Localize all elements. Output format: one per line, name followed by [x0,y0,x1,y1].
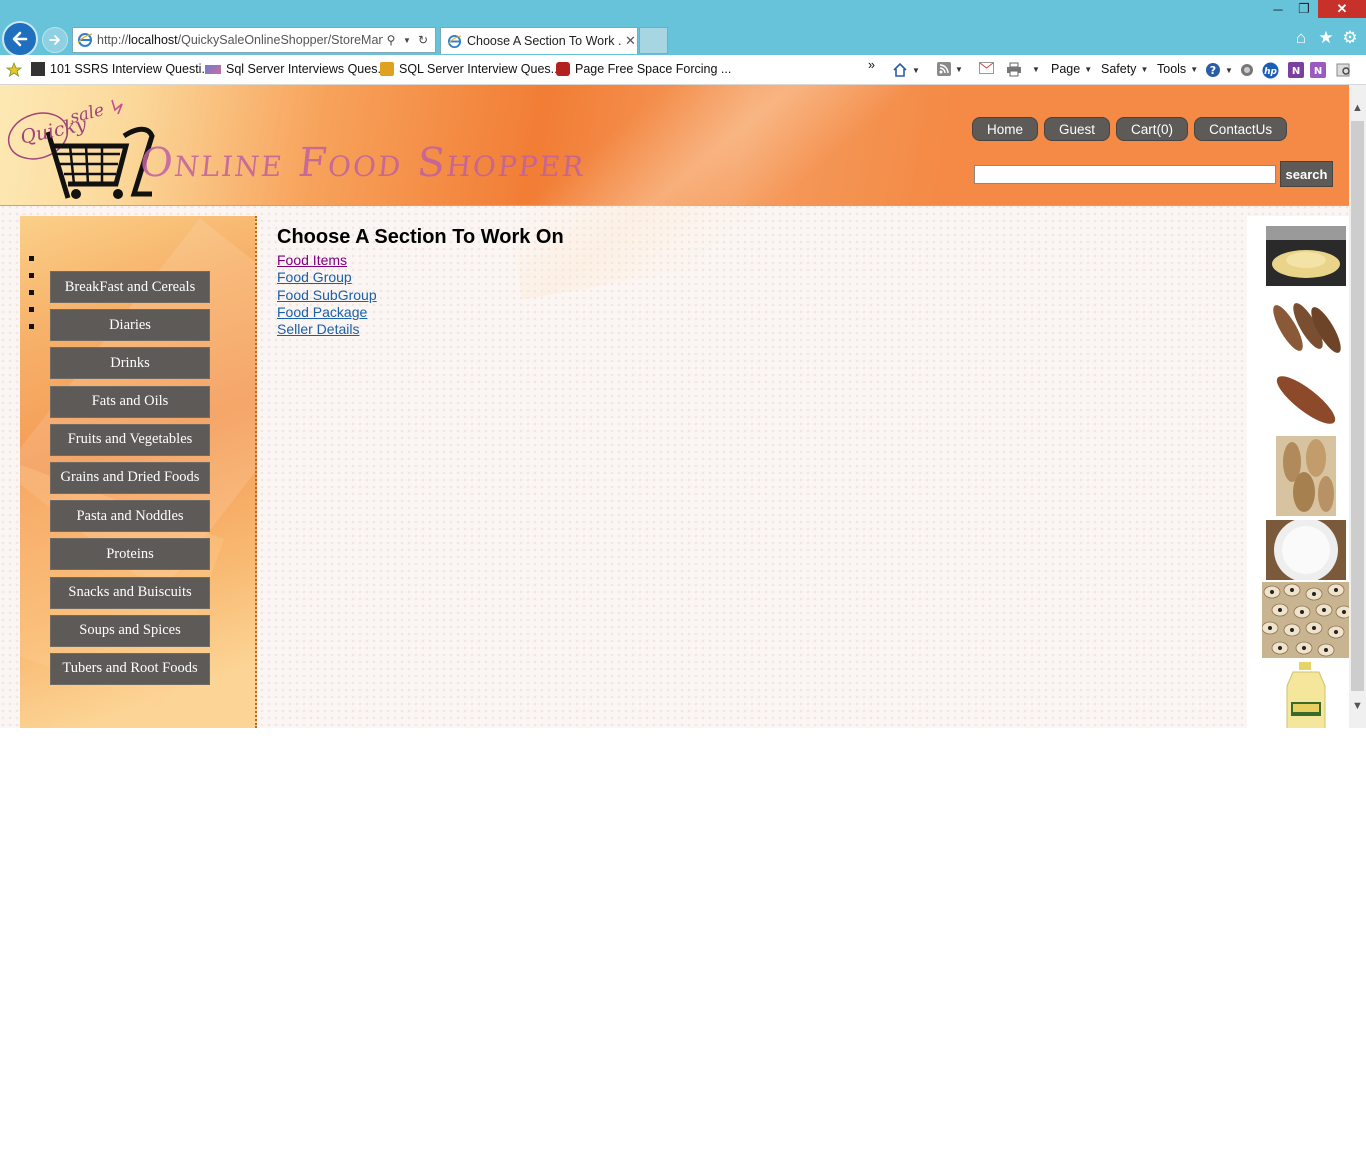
printer-icon [1007,62,1021,77]
svg-text:N: N [1292,66,1300,77]
yam-pile-image[interactable] [1276,436,1336,516]
nav-home-button[interactable]: Home [972,117,1039,141]
favorites-bar: 101 SSRS Interview Questi... Sql Server … [0,55,1366,85]
category-pasta-and-noddles[interactable]: Pasta and Noddles [50,500,210,533]
tools-menu[interactable]: Tools ▼ [1157,62,1198,76]
link-food-package[interactable]: Food Package [277,304,564,321]
wesson-oil-bottle-image[interactable] [1283,662,1329,728]
category-tubers-and-root-foods[interactable]: Tubers and Root Foods [50,652,210,685]
site-logo[interactable]: sale Quicky Online Food Shopper [4,90,588,202]
hp-icon[interactable]: hp [1262,62,1279,79]
tab-active[interactable]: Choose A Section To Work ... ✕ [440,27,638,54]
browser-titlebar: http://localhost/QuickySaleOnlineShopper… [0,0,1366,57]
ie-tab-icon [447,34,462,48]
address-bar[interactable]: http://localhost/QuickySaleOnlineShopper… [72,27,436,53]
main-content: Choose A Section To Work On Food Items F… [277,226,564,338]
scrollbar-thumb[interactable] [1351,121,1364,691]
top-nav: Home Guest Cart(0) ContactUs [972,117,1293,141]
favorites-star-icon[interactable]: ★ [1316,28,1336,48]
close-window-icon[interactable]: ✕ [1318,0,1366,18]
link-food-items[interactable]: Food Items [277,252,564,269]
onenote-linked-icon[interactable]: N [1310,62,1326,78]
back-arrow-icon [12,31,28,47]
onenote-icon[interactable]: N [1288,62,1304,78]
page-title: Choose A Section To Work On [277,226,564,248]
vertical-scrollbar[interactable]: ▲ ▼ [1349,85,1366,728]
site-icon [556,62,570,76]
site-icon [31,62,45,76]
product-image-strip [1247,216,1349,728]
category-list: BreakFast and Cereals Diaries Drinks Fat… [50,271,210,691]
print-button[interactable]: ▼ [1006,62,1040,77]
page-menu[interactable]: Page ▼ [1051,62,1092,76]
scroll-up-icon[interactable]: ▲ [1349,99,1366,117]
logo-title: Online Food Shopper [137,140,588,186]
addon-icon[interactable] [1239,62,1255,78]
white-flour-image[interactable] [1266,520,1346,580]
site-icon [205,64,221,74]
search-icon[interactable]: ⚲ [383,33,399,47]
black-eyed-beans-image[interactable] [1262,582,1349,658]
minimize-icon[interactable]: ─ [1268,0,1288,18]
settings-gear-icon[interactable]: ⚙ [1340,28,1360,48]
category-snacks-and-buiscuits[interactable]: Snacks and Buiscuits [50,576,210,609]
home-icon[interactable]: ⌂ [1291,28,1311,48]
back-button[interactable] [2,21,38,57]
category-fruits-and-vegetables[interactable]: Fruits and Vegetables [50,423,210,456]
category-grains-and-dried-foods[interactable]: Grains and Dried Foods [50,461,210,494]
link-food-group[interactable]: Food Group [277,269,564,286]
close-tab-icon[interactable]: ✕ [625,33,636,49]
category-sidebar: BreakFast and Cereals Diaries Drinks Fat… [20,216,257,728]
page-viewport: sale Quicky Online Food Shopper Home Gue… [0,85,1349,728]
nav-contactus-button[interactable]: ContactUs [1194,117,1288,141]
scroll-down-icon[interactable]: ▼ [1349,697,1366,715]
tab-title: Choose A Section To Work ... [467,34,621,48]
favorite-link-4[interactable]: Page Free Space Forcing ... [556,62,731,76]
site-icon [380,62,394,76]
refresh-icon[interactable]: ↻ [415,33,431,47]
link-seller-details[interactable]: Seller Details [277,321,564,338]
help-button[interactable]: ? ▼ [1205,62,1233,78]
ie-page-icon [77,33,93,47]
nav-cart-button[interactable]: Cart(0) [1116,117,1189,141]
home-page-button[interactable]: ▼ [892,62,920,78]
cassava-root-image[interactable] [1266,368,1346,432]
rss-feed-icon [937,62,951,76]
site-header: sale Quicky Online Food Shopper Home Gue… [0,85,1349,300]
category-fats-and-oils[interactable]: Fats and Oils [50,385,210,418]
help-icon: ? [1206,63,1220,77]
category-soups-and-spices[interactable]: Soups and Spices [50,614,210,647]
garri-flour-image[interactable] [1266,226,1346,286]
research-icon[interactable] [1336,62,1352,78]
mail-icon[interactable] [979,62,994,74]
favorite-link-1[interactable]: 101 SSRS Interview Questi... [31,62,212,76]
category-breakfast-and-cereals[interactable]: BreakFast and Cereals [50,271,210,303]
search-input[interactable] [974,165,1276,184]
nav-guest-button[interactable]: Guest [1044,117,1111,141]
forward-button[interactable] [42,27,68,53]
favorite-link-2[interactable]: Sql Server Interviews Ques... [205,62,388,76]
home-icon [893,62,907,77]
forward-arrow-icon [49,35,60,45]
yam-tubers-image[interactable] [1266,296,1346,360]
search-button[interactable]: search [1280,161,1333,187]
svg-text:hp: hp [1264,67,1277,77]
svg-text:N: N [1314,66,1322,77]
category-drinks[interactable]: Drinks [50,347,210,380]
favorite-link-3[interactable]: SQL Server Interview Ques... [380,62,561,76]
safety-menu[interactable]: Safety ▼ [1101,62,1148,76]
dropdown-icon[interactable]: ▼ [399,36,415,45]
favorites-overflow-icon[interactable]: » [868,58,875,72]
category-proteins[interactable]: Proteins [50,538,210,571]
address-url: http://localhost/QuickySaleOnlineShopper… [97,33,383,47]
category-diaries[interactable]: Diaries [50,309,210,342]
favorites-star-add-icon[interactable] [6,62,22,78]
new-tab-button[interactable] [639,27,668,54]
feeds-button[interactable]: ▼ [937,62,963,76]
restore-icon[interactable]: ❐ [1294,0,1314,18]
list-bullets [29,256,34,341]
link-food-subgroup[interactable]: Food SubGroup [277,287,564,304]
svg-text:?: ? [1210,64,1216,77]
